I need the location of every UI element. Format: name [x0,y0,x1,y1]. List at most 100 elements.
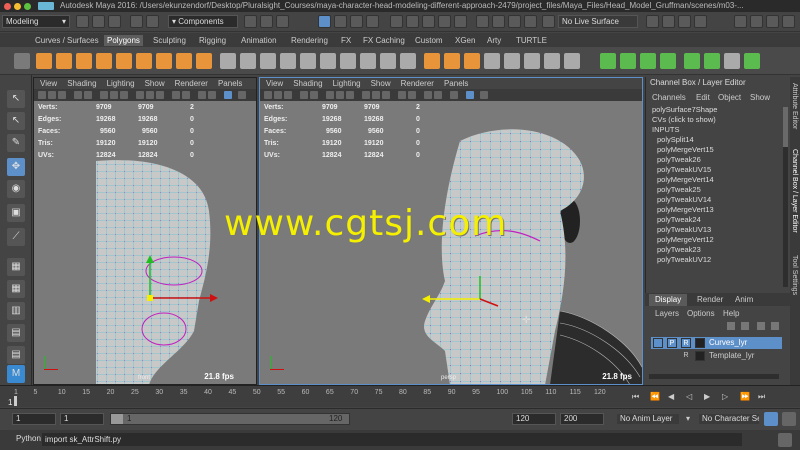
poly-cone-icon[interactable] [96,53,112,69]
select-by-object-icon[interactable] [260,15,273,28]
script-language-label[interactable]: Python [16,434,41,443]
smooth-shade-icon[interactable] [336,91,344,99]
menu-lighting[interactable]: Lighting [333,79,361,88]
input-node[interactable]: polyMergeVert12 [646,235,790,245]
new-scene-icon[interactable] [76,15,89,28]
selected-object-name[interactable]: polySurface7Shape [646,105,790,115]
layer-row[interactable]: R Template_lyr [651,350,782,362]
history-icon[interactable] [476,15,489,28]
visibility-toggle[interactable] [653,338,663,348]
menu-channels[interactable]: Channels [652,93,686,102]
film-gate-icon[interactable] [310,91,318,99]
gear-icon[interactable] [14,53,30,69]
move-down-icon[interactable] [771,322,779,330]
current-time-marker[interactable] [14,396,17,406]
menu-view[interactable]: View [40,79,57,88]
layer-color-swatch[interactable] [695,351,705,361]
bridge-edge-icon[interactable] [380,53,396,69]
input-node[interactable]: polyTweak24 [646,215,790,225]
tool-settings-icon[interactable] [766,15,779,28]
snap-view-icon[interactable] [438,15,451,28]
menu-panels[interactable]: Panels [218,79,242,88]
shadows-icon[interactable] [156,91,164,99]
camera-attributes-icon[interactable] [264,91,272,99]
ambient-occlusion-icon[interactable] [424,91,432,99]
arc-tool-icon[interactable] [684,53,700,69]
camera-attributes-icon[interactable] [38,91,46,99]
shelf-tab-rendering[interactable]: Rendering [288,35,331,46]
make-live-icon[interactable] [454,15,467,28]
input-node[interactable]: polyTweak26 [646,155,790,165]
shelf-tab-sculpting[interactable]: Sculpting [150,35,189,46]
start-time-field[interactable]: 1 [12,413,56,425]
grid-icon[interactable] [300,91,308,99]
input-node[interactable]: polyTweak25 [646,185,790,195]
face-mode-icon[interactable] [350,15,363,28]
menu-panels[interactable]: Panels [444,79,468,88]
vertex-mode-icon[interactable] [318,15,331,28]
magnet-icon[interactable] [542,15,555,28]
live-surface-field[interactable]: No Live Surface [558,15,638,28]
hypershade-icon[interactable] [694,15,707,28]
shelf-tab-fx-caching[interactable]: FX Caching [360,35,408,46]
go-to-start-icon[interactable]: ⏮ [632,392,639,402]
input-node[interactable]: polyTweakUV13 [646,225,790,235]
save-scene-icon[interactable] [108,15,121,28]
step-back-frame-icon[interactable]: ◀ [668,392,674,401]
menu-show[interactable]: Show [145,79,165,88]
input-node[interactable]: polySplit14 [646,135,790,145]
last-tool-icon[interactable]: ⟋ [7,228,25,246]
wireframe-icon[interactable] [100,91,108,99]
zoom-window-button[interactable] [24,3,31,10]
isolate-select-icon[interactable] [408,91,416,99]
xgen-icon[interactable] [646,15,659,28]
tab-channel-box-layer-editor[interactable]: Channel Box / Layer Editor [791,149,798,233]
input-node[interactable]: polyMergeVert14 [646,175,790,185]
gate-mask-icon[interactable] [480,91,488,99]
single-view-icon[interactable]: ▦ [7,258,25,276]
shelf-tab-polygons[interactable]: Polygons [104,35,143,46]
film-gate-icon[interactable] [84,91,92,99]
curve-tool-icon[interactable] [600,53,616,69]
persp-outliner-icon[interactable]: ▤ [7,324,25,342]
isolate-select-icon[interactable] [182,91,190,99]
boolean-icon[interactable] [280,53,296,69]
menu-renderer[interactable]: Renderer [401,79,434,88]
lights-icon[interactable] [146,91,154,99]
playback-toggle[interactable]: P [667,338,677,348]
image-plane-icon[interactable] [284,91,292,99]
menu-options[interactable]: Options [687,309,715,318]
bezier-tool-icon[interactable] [620,53,636,69]
menuset-dropdown[interactable]: Modeling ▾ [2,15,70,28]
selection-mode-dropdown[interactable]: ▾ Components [168,15,238,28]
separate-icon[interactable] [240,53,256,69]
modeling-toolkit-icon[interactable] [734,15,747,28]
ambient-occlusion-icon[interactable] [198,91,206,99]
bevel-icon[interactable] [360,53,376,69]
chevron-down-icon[interactable]: ▾ [686,414,690,423]
menu-layers[interactable]: Layers [655,309,679,318]
mirror-icon[interactable] [300,53,316,69]
multi-cut-icon[interactable] [424,53,440,69]
target-weld-icon[interactable] [464,53,480,69]
anim-layer-dropdown[interactable]: No Anim Layer [616,413,680,425]
menu-show[interactable]: Show [750,93,770,102]
tab-display[interactable]: Display [649,294,688,306]
snap-point-icon[interactable] [422,15,435,28]
menu-show[interactable]: Show [371,79,391,88]
layer-scrollbar[interactable] [649,374,779,379]
snap-curve-icon[interactable] [406,15,419,28]
smooth-shade-icon[interactable] [110,91,118,99]
render-view-icon[interactable] [678,15,691,28]
menu-view[interactable]: View [266,79,283,88]
shadows-icon[interactable] [382,91,390,99]
poly-cylinder-icon[interactable] [76,53,92,69]
range-slider[interactable]: 1 120 [110,413,350,425]
insert-edge-loop-icon[interactable] [444,53,460,69]
tab-attribute-editor[interactable]: Attribute Editor [791,83,798,129]
shelf-tab-curves-surfaces[interactable]: Curves / Surfaces [32,35,102,46]
xray-icon[interactable] [398,91,406,99]
input-node[interactable]: polyTweakUV12 [646,255,790,265]
go-to-end-icon[interactable]: ⏭ [758,392,765,402]
append-polygon-icon[interactable] [400,53,416,69]
